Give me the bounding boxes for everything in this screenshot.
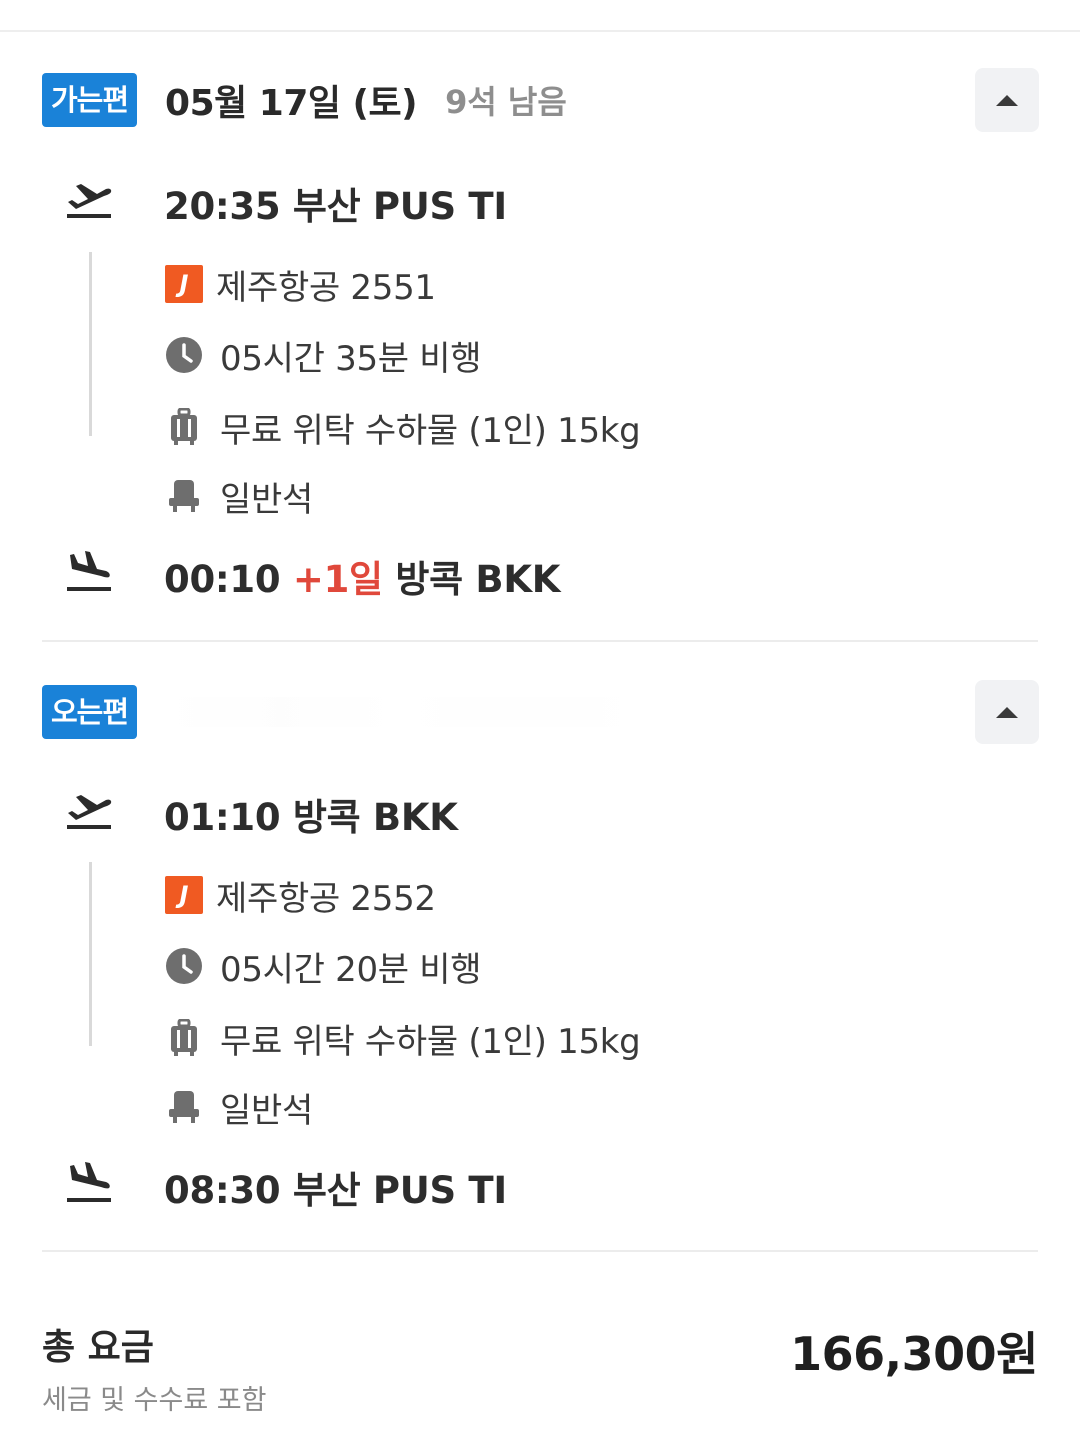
outbound-arrival-place: 방콕 BKK <box>395 558 561 601</box>
landing-icon <box>67 1162 111 1202</box>
section-divider <box>42 1250 1038 1252</box>
inbound-baggage-row: 무료 위탁 수하물 (1인) 15kg <box>164 1016 641 1062</box>
inbound-duration-row: 05시간 20분 비행 <box>164 944 482 990</box>
total-fare-label: 총 요금 <box>42 1327 154 1368</box>
total-fare-price: 166,300원 <box>790 1327 1038 1381</box>
inbound-collapse-button[interactable] <box>975 680 1039 744</box>
luggage-icon <box>171 408 197 445</box>
plus-day-badge: +1일 <box>292 558 383 601</box>
luggage-icon <box>171 1019 197 1056</box>
total-fare-subtext: 세금 및 수수료 포함 <box>42 1385 267 1416</box>
outbound-duration-row: 05시간 35분 비행 <box>164 333 482 379</box>
inbound-airline-row: J 제주항공 2552 <box>164 873 436 919</box>
jeju-air-logo-icon: J <box>165 265 203 303</box>
flight-summary-page: 가는편 05월 17일 (토) 9석 남음 20:35 부산 PUS TI J … <box>0 0 1080 1440</box>
caret-up-icon <box>996 95 1018 106</box>
landing-icon <box>67 551 111 591</box>
inbound-route-line <box>89 862 92 1046</box>
outbound-departure-time: 20:35 부산 PUS TI <box>164 185 507 228</box>
section-divider <box>42 640 1038 642</box>
outbound-arrival: 00:10 +1일 방콕 BKK <box>164 549 560 603</box>
outbound-baggage-row: 무료 위탁 수하물 (1인) 15kg <box>164 405 641 451</box>
inbound-cabin: 일반석 <box>220 1090 313 1131</box>
inbound-cabin-row: 일반석 <box>164 1085 313 1131</box>
inbound-arrival-time: 08:30 부산 PUS TI <box>164 1169 507 1212</box>
inbound-header: 오는편 <box>42 684 642 740</box>
top-divider <box>0 30 1080 32</box>
outbound-date: 05월 17일 (토) <box>165 83 418 124</box>
takeoff-icon <box>67 184 112 218</box>
inbound-duration: 05시간 20분 비행 <box>220 949 482 990</box>
redacted-date <box>161 697 642 727</box>
outbound-airline: 제주항공 2551 <box>216 267 436 308</box>
jeju-air-logo-icon: J <box>165 876 203 914</box>
takeoff-icon <box>67 795 112 829</box>
outbound-cabin-row: 일반석 <box>164 474 313 520</box>
outbound-cabin: 일반석 <box>220 479 313 520</box>
caret-up-icon <box>996 707 1018 718</box>
outbound-header: 가는편 05월 17일 (토) 9석 남음 <box>42 72 567 128</box>
outbound-route-line <box>89 252 92 436</box>
outbound-badge: 가는편 <box>42 73 138 127</box>
outbound-collapse-button[interactable] <box>975 68 1039 132</box>
inbound-airline: 제주항공 2552 <box>216 878 436 919</box>
seat-icon <box>169 480 199 512</box>
outbound-arrival-time: 00:10 <box>164 558 281 601</box>
outbound-baggage: 무료 위탁 수하물 (1인) 15kg <box>220 410 641 451</box>
clock-icon <box>166 337 202 373</box>
inbound-departure-time: 01:10 방콕 BKK <box>164 796 458 839</box>
outbound-airline-row: J 제주항공 2551 <box>164 262 436 308</box>
inbound-badge: 오는편 <box>42 685 138 739</box>
seat-icon <box>169 1091 199 1123</box>
clock-icon <box>166 948 202 984</box>
outbound-duration: 05시간 35분 비행 <box>220 338 482 379</box>
seats-remaining: 9석 남음 <box>445 83 567 121</box>
inbound-baggage: 무료 위탁 수하물 (1인) 15kg <box>220 1021 641 1062</box>
